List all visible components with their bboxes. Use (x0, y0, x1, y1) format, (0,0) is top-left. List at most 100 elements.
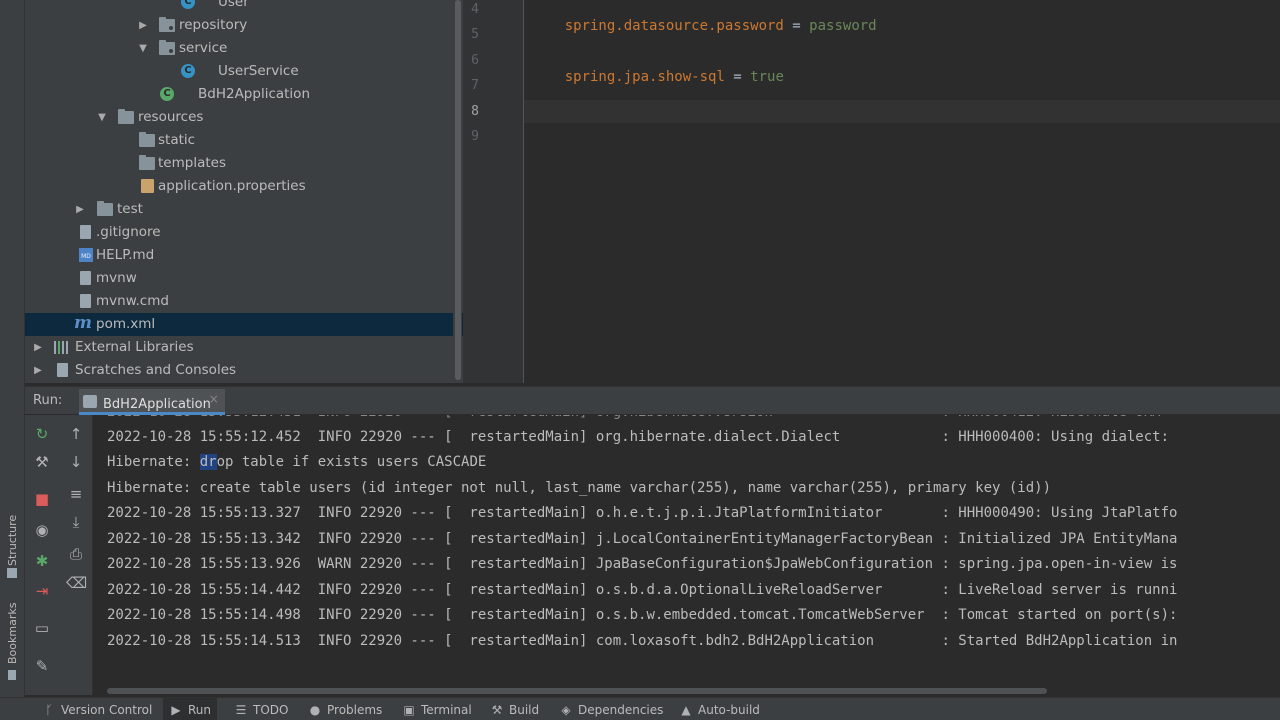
trash-icon[interactable]: ⌫ (66, 573, 87, 593)
tree-item-mvnw[interactable]: mvnw (25, 267, 463, 290)
tree-item-templates[interactable]: templates (25, 152, 463, 175)
tree-item-label: mvnw.cmd (96, 293, 169, 309)
tree-item-label: BdH2Application (198, 86, 311, 102)
print-icon[interactable]: ⎙ (66, 544, 86, 564)
problems-tab[interactable]: ● Problems (302, 698, 388, 720)
close-icon[interactable]: × (209, 392, 219, 406)
line-number: 4 (471, 2, 479, 17)
chevron-right-icon[interactable]: ▶ (74, 198, 86, 221)
debug-icon[interactable]: ✱ (32, 551, 52, 571)
pin-icon[interactable]: ✎ (32, 656, 52, 676)
tree-item-scratches[interactable]: ▶ Scratches and Consoles (25, 359, 463, 382)
current-line-highlight (524, 100, 1280, 123)
log-text: Hibernate: (107, 454, 200, 470)
scratches-icon (57, 363, 68, 377)
run-panel-label: Run: (33, 393, 63, 408)
text-selection: dr (199, 454, 217, 470)
run-tab-bdh2application[interactable]: BdH2Application × (79, 389, 225, 415)
tab-label: Build (509, 703, 540, 717)
camera-icon[interactable]: ◉ (32, 520, 52, 540)
tree-item-application-properties[interactable]: application.properties (25, 175, 463, 198)
arrow-up-icon[interactable]: ↑ (66, 424, 86, 444)
line-number-current: 8 (471, 104, 479, 119)
run-tool-tab[interactable]: ▶ Run (163, 698, 218, 720)
tab-label: Version Control (61, 703, 153, 717)
terminal-tab[interactable]: ▣ Terminal (396, 698, 478, 720)
properties-file-icon (141, 179, 154, 193)
console-horizontal-scrollbar[interactable] (94, 685, 1280, 696)
log-line-drop-table: Hibernate: drop table if exists users CA… (107, 454, 486, 470)
structure-tab[interactable]: Structure (2, 508, 22, 578)
scrollbar-thumb[interactable] (107, 688, 1047, 694)
tree-item-resources[interactable]: ▼ resources (25, 106, 463, 129)
tab-label: Auto-build (698, 703, 760, 717)
build-tab[interactable]: ⚒ Build (484, 698, 545, 720)
log-line: 2022-10-28 15:55:13.327 INFO 22920 --- [… (107, 505, 1178, 521)
tab-label: Problems (327, 703, 383, 717)
tree-item-mvnw-cmd[interactable]: mvnw.cmd (25, 290, 463, 313)
rerun-icon[interactable]: ↻ (32, 424, 52, 444)
layers-icon: ◈ (561, 703, 571, 717)
tree-item-user[interactable]: C User (25, 0, 463, 14)
bookmark-icon (8, 670, 16, 680)
tree-item-help-md[interactable]: MD HELP.md (25, 244, 463, 267)
version-control-tab[interactable]: ᚴ Version Control (36, 698, 158, 720)
left-tool-strip: Structure Bookmarks (0, 0, 25, 697)
tree-item-external-libraries[interactable]: ▶ External Libraries (25, 336, 463, 359)
class-icon: C (181, 64, 195, 78)
property-value: true (750, 69, 784, 85)
tree-item-repository[interactable]: ▶ repository (25, 14, 463, 37)
layout-icon[interactable]: ▭ (32, 618, 52, 638)
dependencies-tab[interactable]: ◈ Dependencies (553, 698, 669, 720)
package-icon (159, 40, 175, 55)
markdown-icon: MD (79, 248, 93, 262)
chevron-right-icon[interactable]: ▶ (137, 14, 149, 37)
structure-tab-label: Structure (6, 514, 19, 566)
soft-wrap-icon[interactable]: ≡ (66, 484, 86, 504)
tree-item-gitignore[interactable]: .gitignore (25, 221, 463, 244)
auto-build-tab[interactable]: ▲ Auto-build (673, 698, 766, 720)
tree-item-label: resources (138, 109, 204, 125)
package-icon (159, 17, 175, 32)
project-tree: C User ▶ repository ▼ service C UserServ… (25, 0, 463, 383)
code-editor[interactable]: spring.datasource.password = password sp… (524, 0, 1280, 383)
tree-item-label: static (158, 132, 196, 148)
hammer-icon: ⚒ (491, 703, 503, 717)
todo-tab[interactable]: ☰ TODO (228, 698, 294, 720)
class-icon: C (181, 0, 195, 9)
tab-label: Dependencies (578, 703, 664, 717)
tree-item-pom-xml[interactable]: m pom.xml (25, 313, 463, 336)
tree-item-test[interactable]: ▶ test (25, 198, 463, 221)
log-line: 2022-10-28 15:55:12.452 INFO 22920 --- [… (107, 429, 1178, 445)
chevron-down-icon[interactable]: ▼ (96, 106, 108, 129)
tree-item-static[interactable]: static (25, 129, 463, 152)
scroll-to-end-icon[interactable]: ⤓ (66, 512, 86, 532)
file-icon (80, 271, 91, 285)
run-panel-header: Run: BdH2Application × (25, 386, 1280, 415)
tab-label: TODO (253, 703, 289, 717)
console-output[interactable]: 2022-10-28 15:55:12.451 INFO 22920 --- [… (94, 415, 1280, 685)
bookmarks-tab[interactable]: Bookmarks (2, 600, 22, 685)
chevron-right-icon[interactable]: ▶ (32, 336, 44, 359)
property-key: spring.jpa.show-sql (564, 69, 725, 85)
stop-icon[interactable]: ■ (32, 489, 52, 509)
tree-item-label: .gitignore (96, 224, 161, 240)
chevron-down-icon[interactable]: ▼ (137, 37, 149, 60)
tree-item-userservice[interactable]: C UserService (25, 60, 463, 83)
exit-icon[interactable]: ⇥ (32, 581, 52, 601)
property-key: spring.datasource.password (564, 18, 784, 34)
spring-class-icon: C (160, 87, 174, 101)
tree-item-bdh2application[interactable]: C BdH2Application (25, 83, 463, 106)
structure-icon (7, 568, 17, 578)
chevron-right-icon[interactable]: ▶ (32, 359, 44, 382)
maven-icon: m (74, 313, 92, 333)
editor-gutter: 4 5 6 7 8 9 (463, 0, 524, 383)
tree-item-service[interactable]: ▼ service (25, 37, 463, 60)
folder-icon (139, 155, 155, 170)
wrench-icon[interactable]: ⚒ (32, 452, 52, 472)
tree-item-label: pom.xml (96, 316, 156, 332)
log-line: 2022-10-28 15:55:13.342 INFO 22920 --- [… (107, 531, 1178, 547)
file-icon (80, 225, 91, 239)
arrow-down-icon[interactable]: ↓ (66, 452, 86, 472)
terminal-icon: ▣ (403, 703, 415, 717)
